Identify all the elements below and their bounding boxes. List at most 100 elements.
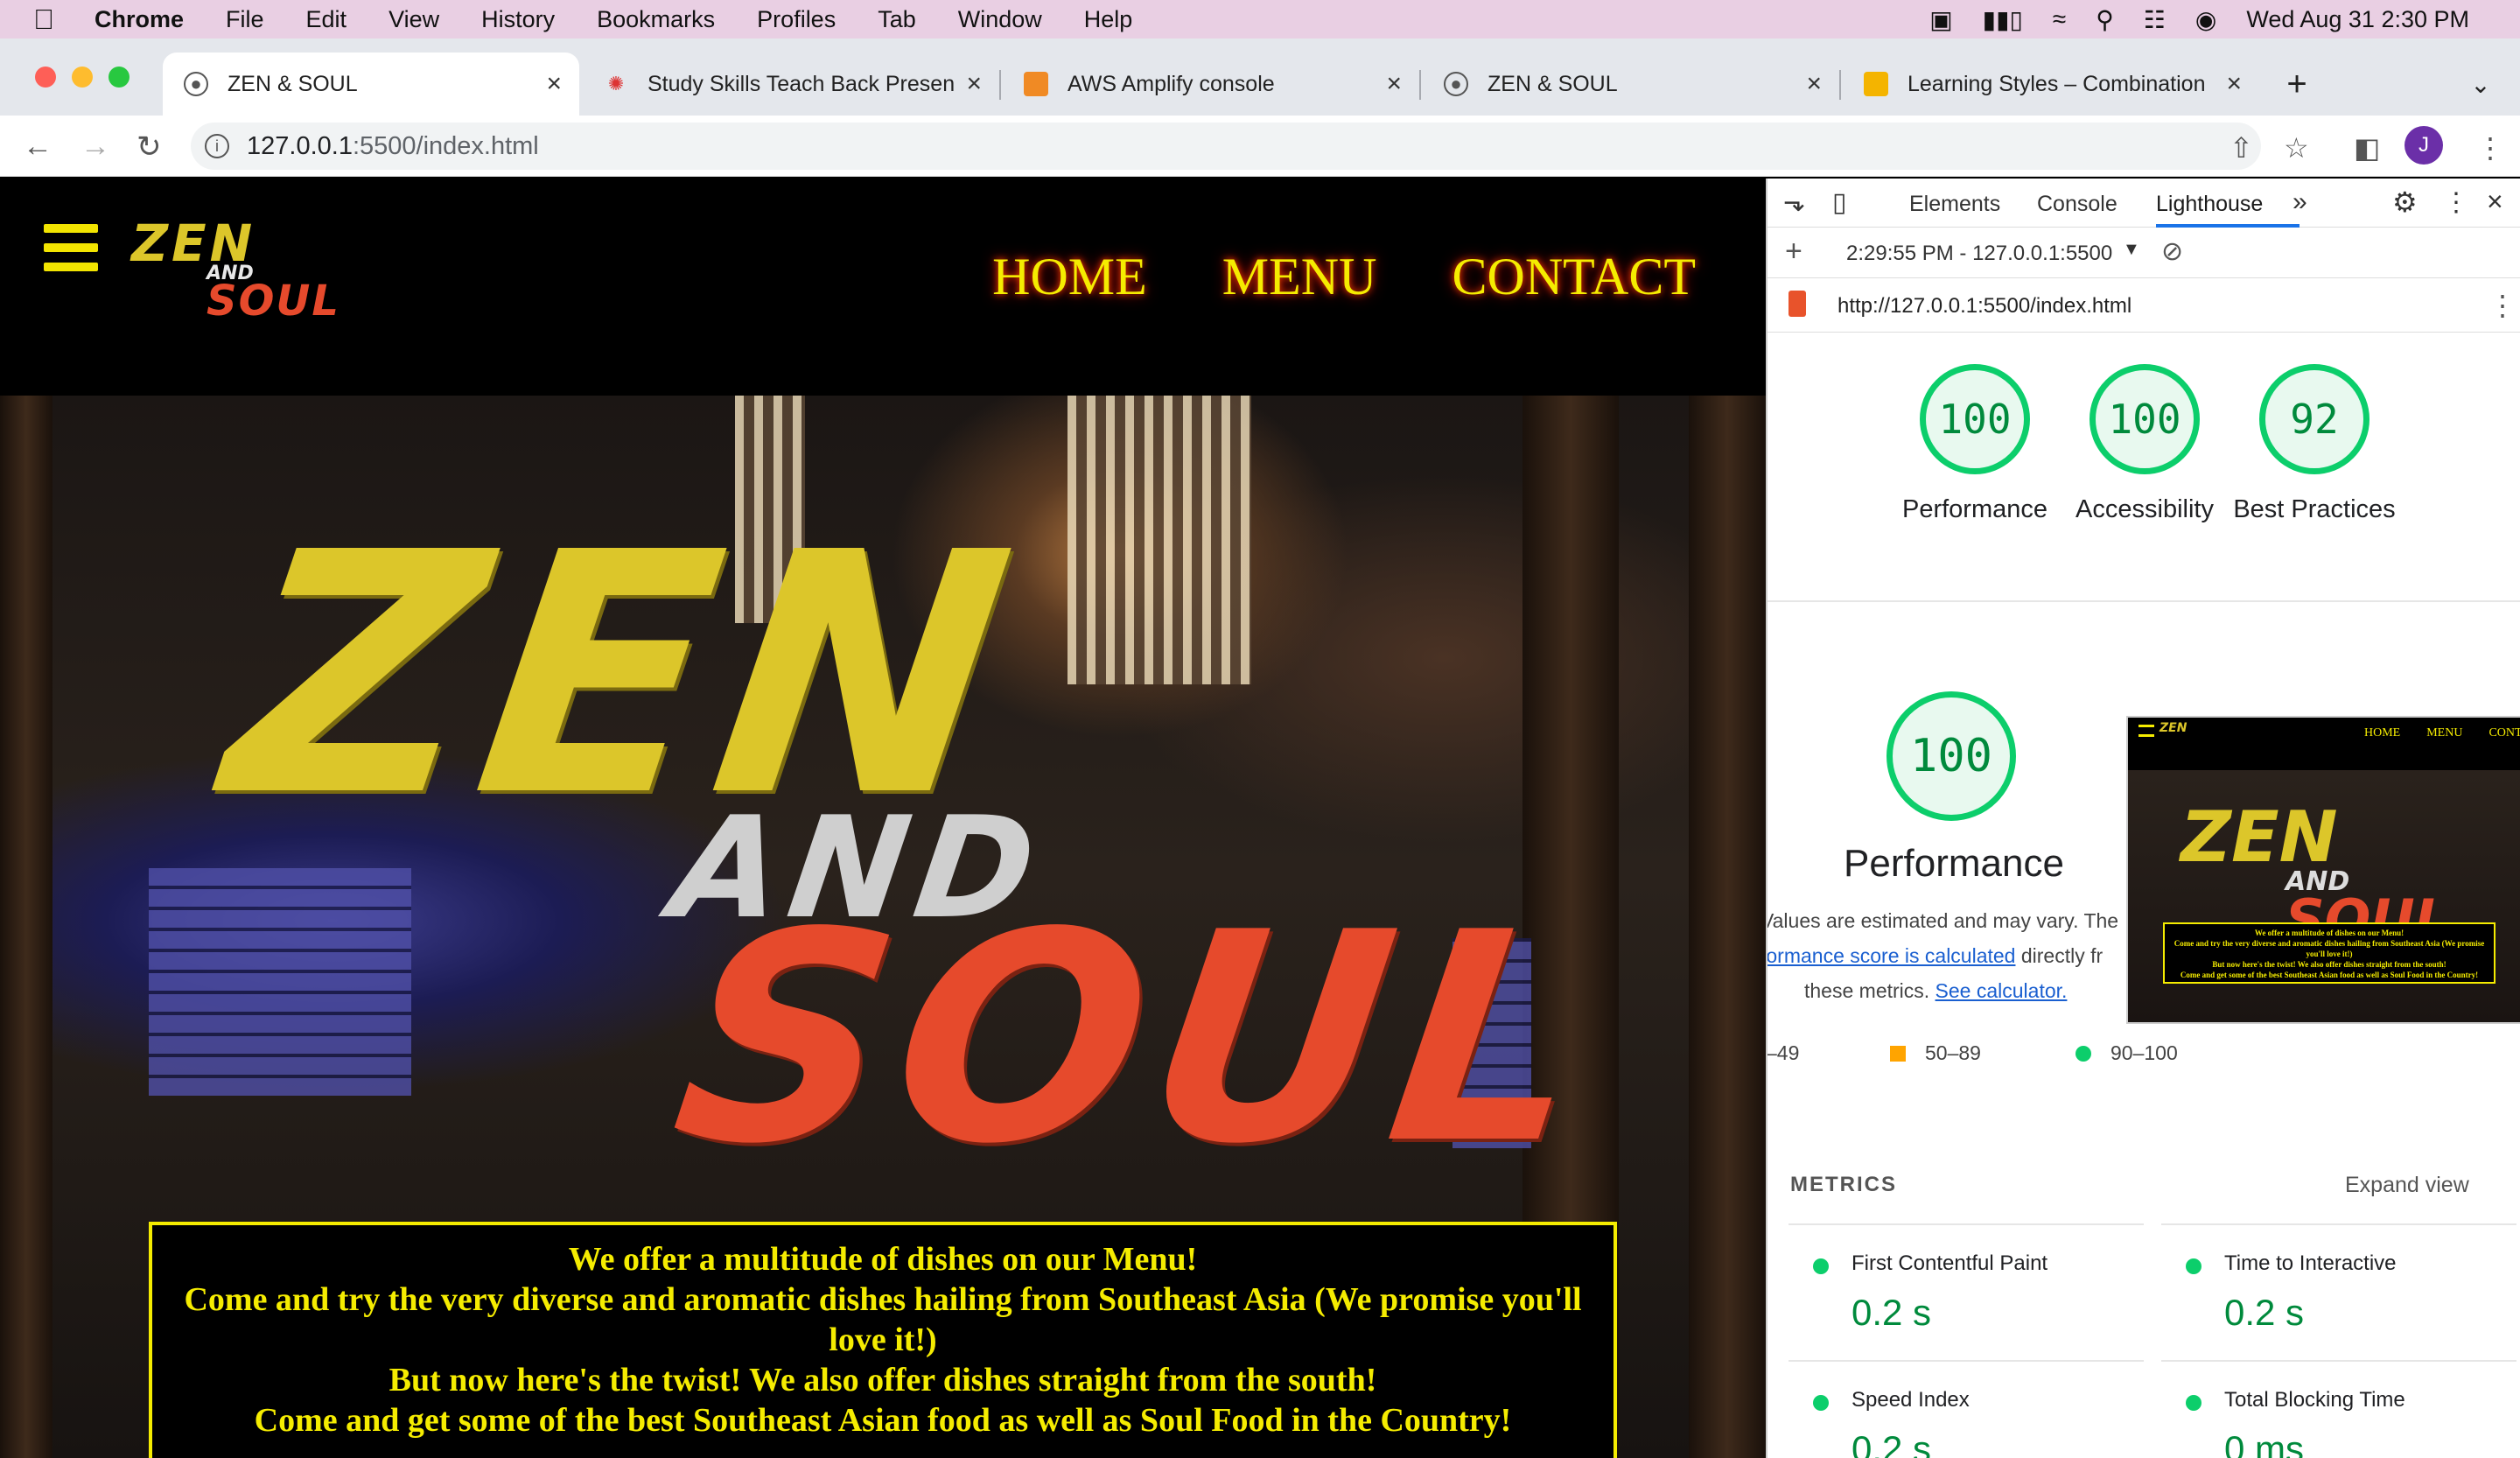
tab-separator — [999, 70, 1001, 100]
browser-tab-zen-soul[interactable]: ● ZEN & SOUL × — [1423, 53, 1839, 116]
report-menu-kebab-icon[interactable]: ⋮ — [2488, 289, 2516, 322]
nav-menu-link[interactable]: MENU — [1222, 247, 1377, 307]
profile-avatar[interactable]: J — [2404, 126, 2443, 165]
site-info-icon[interactable]: i — [205, 134, 229, 158]
expand-view-button[interactable]: Expand view — [2345, 1173, 2469, 1198]
score-gauge-accessibility[interactable]: 100 — [2090, 364, 2200, 474]
metric-label: Total Blocking Time — [2224, 1388, 2405, 1412]
more-tabs-icon[interactable]: » — [2292, 187, 2307, 217]
tab-title: ZEN & SOUL — [228, 71, 358, 96]
hero-decor — [1068, 396, 1251, 684]
battery-icon[interactable]: ▮▮▯ — [1983, 5, 2023, 34]
spotlight-search-icon[interactable]: ⚲ — [2096, 5, 2114, 34]
menu-tab[interactable]: Tab — [878, 6, 916, 33]
page-screenshot-thumbnail[interactable]: ZEN HOME MENU CONTA ZEN AND SOUL We offe… — [2126, 716, 2520, 1024]
bookmark-star-icon[interactable]: ☆ — [2284, 131, 2309, 165]
report-dropdown-icon[interactable]: ▼ — [2123, 240, 2140, 260]
metric-label: Speed Index — [1852, 1388, 1970, 1412]
forward-arrow-icon[interactable]: → — [80, 130, 110, 164]
aws-cube-icon — [1024, 72, 1048, 96]
thumb-logo: ZEN — [2160, 721, 2188, 735]
devtools-kebab-icon[interactable]: ⋮ — [2443, 187, 2469, 218]
tab-title: ZEN & SOUL — [1488, 71, 1618, 96]
devtools-tab-elements[interactable]: Elements — [1909, 192, 2000, 217]
browser-tab-learning-styles[interactable]: Learning Styles – Combination × — [1843, 53, 2259, 116]
device-toolbar-icon[interactable]: ▯ — [1832, 187, 1847, 218]
menu-clock[interactable]: Wed Aug 31 2:30 PM — [2246, 6, 2469, 33]
note-text: directly fr — [2020, 944, 2104, 967]
close-devtools-icon[interactable]: × — [2487, 186, 2503, 218]
menu-help[interactable]: Help — [1084, 6, 1133, 33]
devtools-tab-lighthouse[interactable]: Lighthouse — [2156, 192, 2263, 217]
siri-icon[interactable]: ◉ — [2195, 5, 2216, 34]
metric-label: First Contentful Paint — [1852, 1251, 2048, 1275]
tab-close-icon[interactable]: × — [1386, 69, 1402, 99]
share-icon[interactable]: ⇧ — [2230, 131, 2253, 165]
new-report-plus-icon[interactable]: + — [1785, 235, 1802, 269]
menu-app-name[interactable]: Chrome — [94, 6, 184, 33]
score-calculated-link[interactable]: formance score is calculated — [1768, 944, 2015, 967]
hamburger-menu-icon[interactable] — [44, 224, 98, 273]
tab-separator — [1419, 70, 1421, 100]
menu-file[interactable]: File — [226, 6, 264, 33]
slides-icon — [1864, 72, 1888, 96]
legend-pass: 90–100 — [2076, 1041, 2178, 1065]
menu-profiles[interactable]: Profiles — [757, 6, 836, 33]
tab-title: AWS Amplify console — [1068, 71, 1275, 96]
settings-gear-icon[interactable]: ⚙ — [2392, 186, 2418, 219]
menu-edit[interactable]: Edit — [306, 6, 347, 33]
tab-close-icon[interactable]: × — [1806, 69, 1822, 99]
menu-history[interactable]: History — [481, 6, 555, 33]
status-area: ▣ ▮▮▯ ≈ ⚲ ☷ ◉ Wed Aug 31 2:30 PM — [1929, 0, 2520, 39]
maximize-window-button[interactable] — [108, 67, 130, 88]
close-window-button[interactable] — [35, 67, 56, 88]
devtools-tab-console[interactable]: Console — [2037, 192, 2118, 217]
menu-window[interactable]: Window — [958, 6, 1042, 33]
control-center-icon[interactable]: ☷ — [2144, 5, 2166, 34]
new-tab-plus-icon[interactable]: + — [2275, 53, 2319, 116]
back-arrow-icon[interactable]: ← — [23, 130, 52, 164]
metric-divider — [2161, 1223, 2516, 1225]
lighthouse-icon — [1788, 291, 1806, 317]
address-host: 127.0.0.1 — [247, 131, 353, 160]
report-selector[interactable]: 2:29:55 PM - 127.0.0.1:5500 — [1846, 242, 2112, 266]
browser-tab-aws-amplify[interactable]: AWS Amplify console × — [1003, 53, 1419, 116]
score-label-performance: Performance — [1901, 495, 2048, 523]
address-bar[interactable]: i 127.0.0.1:5500/index.html — [191, 123, 2261, 170]
side-panel-icon[interactable]: ◧ — [2354, 131, 2380, 165]
pass-dot-icon — [2186, 1258, 2202, 1274]
tab-close-icon[interactable]: × — [546, 69, 562, 99]
site-logo[interactable]: ZEN AND SOUL — [131, 214, 341, 327]
score-gauge-performance[interactable]: 100 — [1920, 364, 2030, 474]
metric-label: Time to Interactive — [2224, 1251, 2397, 1275]
wifi-icon[interactable]: ≈ — [2053, 5, 2066, 33]
inspect-element-icon[interactable]: ⬎ — [1783, 187, 1805, 218]
site-header: ZEN AND SOUL HOME MENU CONTACT — [0, 179, 1766, 396]
tab-title: Learning Styles – Combination — [1908, 71, 2206, 96]
tab-close-icon[interactable]: × — [966, 69, 982, 99]
apple-icon[interactable]:  — [33, 5, 60, 33]
nav-contact-link[interactable]: CONTACT — [1452, 247, 1696, 307]
hero-soul-text: SOUL — [659, 871, 1614, 1207]
page-viewport: ZEN AND SOUL HOME MENU CONTACT ZEN AND S… — [0, 179, 1766, 1458]
browser-tab-study-skills[interactable]: ✺ Study Skills Teach Back Presen × — [583, 53, 999, 116]
score-gauge-best-practices[interactable]: 92 — [2259, 364, 2370, 474]
legend-average: 50–89 — [1890, 1041, 1981, 1065]
zoom-icon[interactable]: ▣ — [1929, 5, 1952, 34]
reload-icon[interactable]: ↻ — [136, 130, 162, 165]
nav-home-link[interactable]: HOME — [992, 247, 1147, 307]
address-path: :5500/index.html — [352, 131, 539, 160]
see-calculator-link[interactable]: See calculator. — [1936, 979, 2068, 1002]
lighthouse-report-bar: + 2:29:55 PM - 127.0.0.1:5500 ▼ ⊘ — [1768, 228, 2520, 278]
tab-search-chevron-icon[interactable]: ⌄ — [2459, 53, 2502, 116]
chrome-menu-kebab-icon[interactable]: ⋮ — [2476, 131, 2504, 165]
minimize-window-button[interactable] — [72, 67, 93, 88]
menu-view[interactable]: View — [388, 6, 439, 33]
clear-reports-icon[interactable]: ⊘ — [2161, 236, 2183, 267]
browser-tab-zen-soul-active[interactable]: ● ZEN & SOUL × — [163, 53, 579, 116]
tab-close-icon[interactable]: × — [2226, 69, 2242, 99]
menu-bookmarks[interactable]: Bookmarks — [597, 6, 715, 33]
thumb-nav-item: CONTA — [2488, 726, 2520, 740]
thumb-hero: ZEN AND SOUL — [2128, 770, 2520, 1022]
score-label-accessibility: Accessibility — [2076, 495, 2214, 523]
